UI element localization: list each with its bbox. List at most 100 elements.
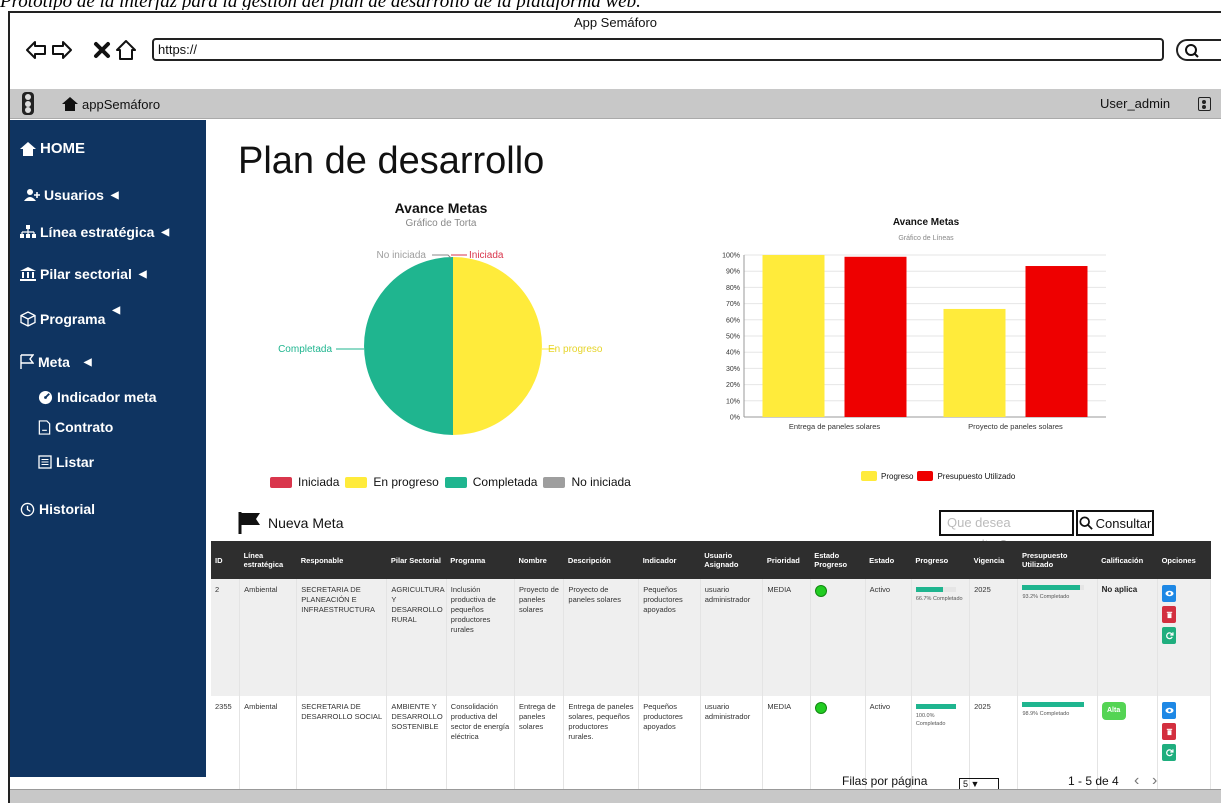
caret-left-icon: ◀ [138,268,147,280]
legend-label: Iniciada [298,475,340,489]
column-header-nombre[interactable]: Nombre [514,541,564,579]
column-header-pilar[interactable]: Pilar Sectorial [386,541,447,579]
sidebar-item-label: Línea estratégica [40,224,155,240]
legend-label: Presupuesto Utilizado [937,471,1016,481]
sidebar-item-usuarios[interactable]: Usuarios ◀ [24,187,119,203]
column-header-indicador[interactable]: Indicador [638,541,701,579]
calificacion-badge: Alta [1101,702,1126,720]
bar-chart-title: Avance Metas [892,217,960,228]
sidebar-item-meta[interactable]: Meta ◀ [20,354,92,370]
browser-search-button[interactable] [1176,39,1221,61]
legend-label: Progreso [881,471,914,481]
sidebar-item-label: Usuarios [44,187,104,203]
y-tick-label: 0% [730,415,740,422]
refresh-button[interactable] [1162,627,1177,644]
cell-presupuesto: 93.2% Completado [1017,579,1098,696]
pie-chart-legend: Iniciada En progreso Completada No inici… [270,475,631,489]
legend-swatch [861,471,877,481]
bar [943,308,1006,417]
y-tick-label: 90% [726,269,740,276]
user-name[interactable]: User_admin [1100,89,1170,119]
column-header-id[interactable]: ID [211,541,240,579]
y-tick-label: 30% [726,366,740,373]
legend-swatch [444,476,467,488]
pie-chart-title: Avance Metas [394,200,488,216]
column-header-estado-progreso[interactable]: Estado Progreso [810,541,866,579]
y-tick-label: 60% [726,317,740,324]
sidebar-item-contrato[interactable]: Contrato [38,419,113,435]
sidebar-item-label: Historial [39,501,96,517]
cell-descripcion: Entrega de paneles solares, pequeños pro… [563,696,640,803]
eye-icon [1165,590,1174,597]
sidebar-item-home[interactable]: HOME [20,140,85,157]
sidebar-item-label: Listar [56,454,95,470]
cell-opciones [1157,696,1211,803]
x-tick-label: Entrega de paneles solares [789,422,881,431]
eye-icon [1165,707,1174,714]
budget-text: 98.9% Completado [1022,711,1070,717]
table-row: 2 Ambiental SECRETARIA DE PLANEACIÓN E I… [211,579,1211,696]
back-arrow-icon[interactable] [24,39,48,61]
column-header-vigencia[interactable]: Vigencia [969,541,1018,579]
column-header-responsable[interactable]: Responable [296,541,387,579]
pie-slice-label: En progreso [548,344,603,355]
view-button[interactable] [1162,702,1177,719]
pie-slice-label: Iniciada [469,250,504,261]
legend-swatch [543,476,566,488]
forward-arrow-icon[interactable] [50,39,74,61]
cell-usuario: usuario administrador [700,696,764,803]
cell-nombre: Entrega de paneles solares [514,696,565,803]
prev-page-icon[interactable]: ‹ [1134,773,1139,789]
y-tick-label: 20% [726,382,740,389]
column-header-calificacion[interactable]: Calificación [1097,541,1158,579]
brand-label: appSemáforo [82,96,161,112]
y-tick-label: 70% [726,301,740,308]
sidebar-item-programa[interactable]: Programa ◀ [20,305,120,327]
sidebar-item-linea-estrategica[interactable]: Línea estratégica ◀ [20,224,169,240]
sidebar-item-pilar-sectorial[interactable]: Pilar sectorial ◀ [20,266,147,282]
column-header-progreso[interactable]: Progreso [911,541,970,579]
sidebar-item-label: HOME [40,140,85,157]
view-button[interactable] [1162,585,1177,602]
sidebar-item-listar[interactable]: Listar [38,454,94,470]
metas-table: ID Línea estratégica Responable Pilar Se… [211,541,1211,803]
home-icon[interactable] [114,39,138,61]
refresh-button[interactable] [1162,744,1177,761]
status-dot-icon [814,702,827,714]
sidebar-item-indicador-meta[interactable]: Indicador meta [38,389,157,405]
delete-button[interactable] [1162,606,1177,623]
rows-per-page-label: Filas por página [842,774,928,788]
legend-label: Completada [472,475,538,489]
cell-opciones [1157,579,1211,696]
search-input[interactable]: Que desea consultar? [939,510,1074,552]
next-page-icon[interactable]: › [1152,773,1157,789]
traffic-light-icon [22,92,34,115]
sidebar-item-historial[interactable]: Historial [20,501,95,517]
legend-label: En progreso [373,475,439,489]
column-header-descripcion[interactable]: Descripción [563,541,639,579]
url-bar[interactable]: https:// [152,38,1164,61]
consultar-button[interactable]: Consultar [1076,510,1154,536]
sidebar-item-label: Meta [38,354,70,370]
legend-swatch [345,476,368,488]
cell-id: 2 [211,579,241,696]
nueva-meta-label: Nueva Meta [268,515,344,531]
column-header-programa[interactable]: Programa [446,541,515,579]
column-header-prioridad[interactable]: Prioridad [762,541,811,579]
app-brand[interactable]: appSemáforo [62,89,160,119]
column-header-linea[interactable]: Línea estratégica [239,541,297,579]
bar [1025,266,1088,417]
column-header-presupuesto[interactable]: Presupuesto Utilizado [1017,541,1098,579]
nueva-meta-button[interactable]: Nueva Meta [238,511,343,535]
user-profile-icon[interactable] [1198,97,1211,111]
column-header-estado[interactable]: Estado [865,541,912,579]
cube-icon [20,311,36,327]
table-row: 2355 Ambiental SECRETARIA DE DESARROLLO … [211,696,1211,803]
search-icon [1079,516,1093,530]
sidebar-item-label: Indicador meta [57,389,157,405]
close-x-icon[interactable] [90,39,114,61]
cell-programa: Consolidación productiva del sector de e… [446,696,515,803]
column-header-usuario[interactable]: Usuario Asignado [700,541,763,579]
delete-button[interactable] [1162,723,1177,740]
bar-chart: 0% 10% 20% 30% 40% 50% 60% 70% 80% 90% 100% Entrega… [722,253,1106,431]
